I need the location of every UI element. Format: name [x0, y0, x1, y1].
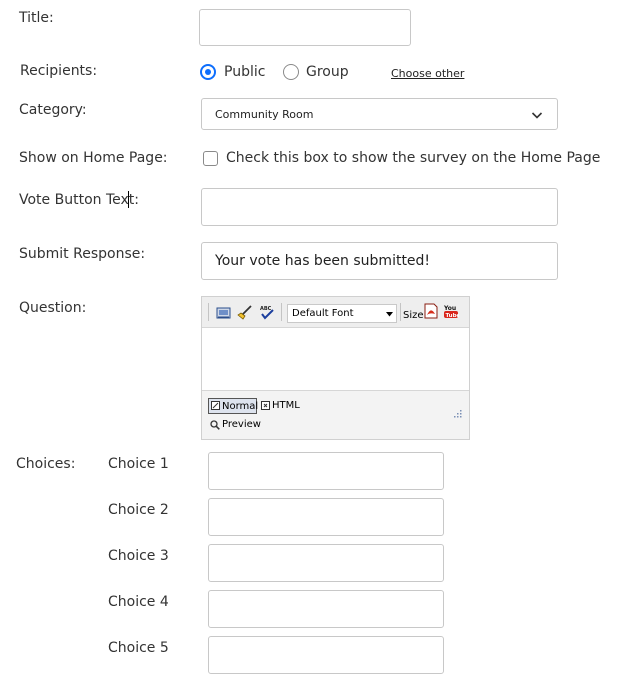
mode-tab-normal[interactable]: Normal	[208, 398, 259, 414]
choice-label: Choice 5	[108, 640, 169, 656]
mode-html-label: HTML	[272, 400, 300, 411]
mode-tab-preview[interactable]: Preview	[210, 418, 270, 432]
mode-tab-html[interactable]: HTML	[261, 399, 301, 413]
resize-grip-icon[interactable]	[452, 408, 462, 418]
dropdown-arrow-icon	[386, 312, 393, 317]
choose-other-link[interactable]: Choose other	[391, 67, 464, 80]
choice-5-input[interactable]	[208, 636, 444, 674]
vote-button-input[interactable]	[201, 188, 558, 226]
title-label: Title:	[19, 10, 54, 26]
choice-1-input[interactable]	[208, 452, 444, 490]
show-home-checkbox-text[interactable]: Check this box to show the survey on the…	[226, 150, 600, 166]
spellcheck-icon[interactable]: ABC	[259, 304, 275, 320]
insert-icon[interactable]	[216, 305, 232, 321]
show-home-checkbox[interactable]	[203, 151, 218, 166]
title-input[interactable]	[199, 9, 411, 46]
choice-2-input[interactable]	[208, 498, 444, 536]
svg-text:You: You	[443, 305, 456, 312]
text-cursor	[128, 191, 129, 208]
recipients-label: Recipients:	[20, 63, 98, 79]
recipients-group-radio[interactable]	[283, 64, 299, 80]
toolbar-separator	[208, 303, 209, 321]
recipients-public-radio[interactable]	[200, 64, 216, 80]
recipients-group-label[interactable]: Group	[306, 64, 349, 80]
editor-toolbar: ABC Default Font Size You Tube	[202, 297, 469, 328]
html-mode-icon	[261, 401, 270, 410]
svg-text:ABC: ABC	[260, 306, 272, 312]
question-editor: ABC Default Font Size You Tube Normal HT…	[201, 296, 470, 440]
choice-label: Choice 1	[108, 456, 169, 472]
choice-label: Choice 4	[108, 594, 169, 610]
choice-3-input[interactable]	[208, 544, 444, 582]
pdf-icon[interactable]	[423, 303, 439, 319]
svg-text:Tube: Tube	[446, 313, 460, 319]
mode-normal-label: Normal	[222, 401, 259, 412]
choices-label: Choices:	[16, 456, 76, 472]
choice-label: Choice 3	[108, 548, 169, 564]
show-home-label: Show on Home Page:	[19, 150, 168, 166]
clean-format-icon[interactable]	[237, 304, 253, 320]
category-select-value: Community Room	[215, 108, 314, 121]
submit-response-input[interactable]: Your vote has been submitted!	[201, 242, 558, 280]
vote-button-label: Vote Button Text:	[19, 192, 139, 208]
submit-response-label: Submit Response:	[19, 246, 146, 262]
submit-response-value: Your vote has been submitted!	[215, 253, 431, 269]
category-label: Category:	[19, 102, 87, 118]
toolbar-separator	[400, 303, 401, 321]
chevron-down-icon	[531, 112, 543, 119]
font-size-label[interactable]: Size	[403, 310, 424, 321]
question-label: Question:	[19, 300, 87, 316]
youtube-icon[interactable]: You Tube	[443, 303, 459, 319]
choice-4-input[interactable]	[208, 590, 444, 628]
font-family-value: Default Font	[292, 308, 354, 319]
design-mode-icon	[211, 401, 220, 410]
question-edit-area[interactable]	[202, 328, 469, 390]
category-select[interactable]: Community Room	[201, 98, 558, 130]
editor-divider	[202, 390, 469, 391]
mode-preview-label: Preview	[222, 419, 261, 430]
font-family-select[interactable]: Default Font	[287, 304, 397, 323]
magnifier-icon	[210, 420, 220, 430]
recipients-public-label[interactable]: Public	[224, 64, 265, 80]
choice-label: Choice 2	[108, 502, 169, 518]
toolbar-separator	[281, 303, 282, 321]
